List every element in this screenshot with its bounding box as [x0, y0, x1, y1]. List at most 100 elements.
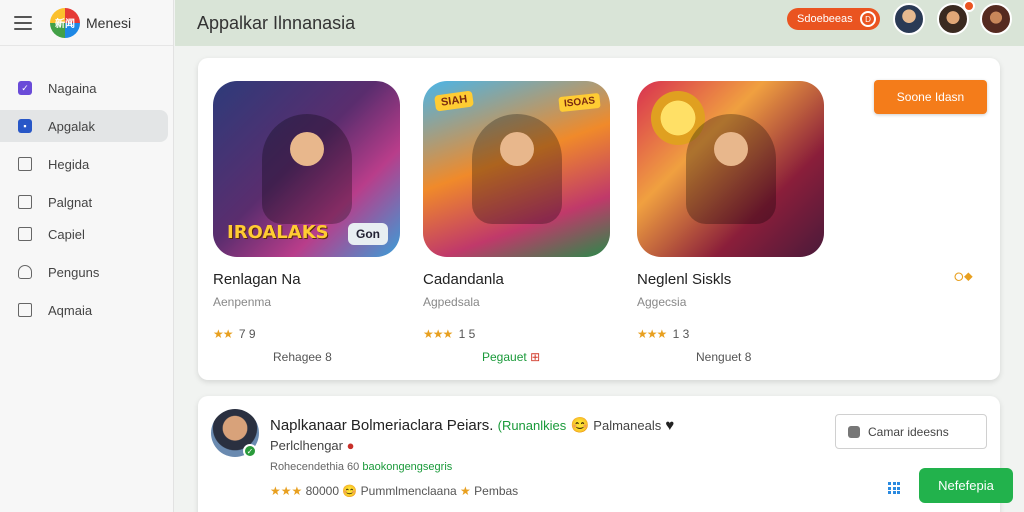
primary-action-button[interactable]: Soone Idasn: [874, 80, 987, 114]
sidebar-item-hegida[interactable]: Hegida: [0, 148, 168, 180]
game-title: Cadandanla: [423, 271, 504, 288]
sidebar: 新闻 Menesi ✓ Nagaina ▪ Apgalak Hegida Pal…: [0, 0, 174, 512]
square-icon: [18, 227, 32, 241]
post-stat-label: Pummlmenclaana: [360, 484, 457, 498]
game-subtitle: Aenpenma: [213, 295, 272, 309]
rating-value: 1 5: [458, 327, 476, 341]
game-title: Neglenl Siskls: [637, 271, 732, 288]
action-icon: 8: [325, 350, 332, 364]
post-author: Naplkanaar Bolmeriaclara Peiars.: [270, 417, 494, 434]
game-subtitle: Agpedsala: [423, 295, 480, 309]
grid-icon[interactable]: [888, 482, 900, 494]
star-icon: ★★★: [423, 327, 453, 341]
sidebar-item-label: Palgnat: [48, 194, 93, 210]
game-card[interactable]: SIAH ISOAS Cadandanla Agpedsala ★★★ 1 5: [423, 81, 613, 341]
sidebar-item-palgnat[interactable]: Palgnat: [0, 186, 168, 218]
game-rating: ★★★ 1 3: [637, 327, 827, 341]
post-stats: ★★★ 80000 😊 Pummlmenclaana ★ Pembas: [270, 484, 518, 498]
notification-dot-icon: [963, 0, 975, 12]
blue-square-icon: ▪: [18, 119, 32, 133]
tag-icon: [848, 425, 860, 438]
game-tag: ISOAS: [558, 92, 601, 113]
star-icon: ★: [460, 484, 471, 498]
post-subtitle-text: Perlclhengar: [270, 438, 343, 453]
sidebar-item-label: Penguns: [48, 264, 100, 280]
game-action-label: Nenguet: [696, 350, 742, 364]
subscribe-pill-button[interactable]: Sdoebeeas D: [787, 8, 880, 30]
post-meta: Rohecendethia 60 baokongengsegris: [270, 461, 452, 473]
action-icon: 8: [744, 350, 752, 364]
sidebar-item-label: Aqmaia: [48, 302, 93, 318]
game-title: Renlagan Na: [213, 271, 301, 288]
game-character-image: [261, 114, 352, 224]
sidebar-item-apgalak[interactable]: ▪ Apgalak: [0, 110, 168, 142]
post-subtitle: Perlclhengar ●: [270, 438, 354, 453]
post-tag[interactable]: (Runanlkies: [498, 418, 567, 433]
sidebar-item-nagaina[interactable]: ✓ Nagaina: [0, 72, 168, 104]
confirm-button[interactable]: Nefefepia: [919, 468, 1013, 503]
game-thumbnail[interactable]: SIAH ISOAS: [423, 81, 610, 257]
sidebar-item-capiel[interactable]: Capiel: [0, 218, 168, 250]
action-icon: ⊞: [530, 350, 541, 364]
user-icon: [18, 265, 32, 279]
sidebar-item-label: Hegida: [48, 156, 90, 172]
post-stat-value: 80000: [305, 484, 339, 498]
game-rating: ★★ 7 9: [213, 327, 403, 341]
sidebar-item-label: Capiel: [48, 226, 85, 242]
game-thumbnail[interactable]: [637, 81, 824, 257]
game-action-link[interactable]: Nenguet 8: [696, 350, 751, 364]
game-rating: ★★★ 1 5: [423, 327, 613, 341]
pill-icon: D: [860, 11, 876, 27]
game-thumbnail[interactable]: IROALAKS Gon: [213, 81, 400, 257]
star-icon: ★★★: [637, 327, 667, 341]
sidebar-nav: ✓ Nagaina ▪ Apgalak Hegida Palgnat Capie…: [0, 46, 173, 326]
sidebar-item-label: Apgalak: [48, 118, 95, 134]
sidebar-header: 新闻 Menesi: [0, 0, 173, 46]
document-icon: [18, 195, 32, 209]
document-icon: [18, 157, 32, 171]
rating-value: 1 3: [672, 327, 690, 341]
rating-value: 7 9: [238, 327, 256, 341]
decor-icons: ⭘◆: [954, 270, 974, 284]
secondary-button-label: Camar ideesns: [868, 424, 949, 439]
heart-icon: ♥: [665, 417, 675, 434]
secondary-button[interactable]: Camar ideesns: [835, 414, 987, 449]
app-name: Menesi: [86, 14, 132, 31]
game-badge-text: IROALAKS: [227, 222, 329, 243]
post-extra: Palmaneals: [593, 418, 662, 433]
star-icon: ★★★: [270, 484, 303, 498]
star-icon: ★★: [213, 327, 233, 341]
purple-square-icon: ✓: [18, 81, 32, 95]
verified-check-icon: ✓: [243, 444, 257, 458]
sidebar-item-penguns[interactable]: Penguns: [0, 256, 168, 288]
pill-label: Sdoebeeas: [797, 13, 853, 25]
post-meta-text: Rohecendethia 60: [270, 461, 360, 473]
game-action-label: Rehagee: [273, 350, 322, 364]
smile-icon: 😊: [342, 484, 358, 498]
post-meta-link[interactable]: baokongengsegris: [362, 461, 452, 473]
avatar[interactable]: [893, 3, 925, 35]
game-card[interactable]: Neglenl Siskls Aggecsia ★★★ 1 3: [637, 81, 827, 341]
hamburger-menu-icon[interactable]: [14, 15, 32, 30]
featured-games-card: IROALAKS Gon Renlagan Na Aenpenma ★★ 7 9…: [198, 58, 1000, 380]
sidebar-item-aqmaia[interactable]: Aqmaia: [0, 294, 168, 326]
game-card[interactable]: IROALAKS Gon Renlagan Na Aenpenma ★★ 7 9: [213, 81, 403, 341]
game-action-link[interactable]: Rehagee 8: [273, 350, 332, 364]
sidebar-item-label: Nagaina: [48, 80, 97, 96]
square-icon: [18, 303, 32, 317]
thumbs-icon: ●: [346, 438, 355, 453]
page-title: Appalkar Ilnnanasia: [197, 12, 356, 33]
game-character-image: [471, 114, 562, 224]
game-subtitle: Aggecsia: [637, 295, 687, 309]
post-card: ✓ Naplkanaar Bolmeriaclara Peiars. (Runa…: [198, 396, 1013, 512]
game-character-image: [685, 114, 776, 224]
game-action-link[interactable]: Pegauet ⊞: [482, 350, 540, 364]
post-stat-end: Pembas: [474, 484, 519, 498]
smile-icon: 😊: [570, 417, 590, 434]
game-tag: SIAH: [434, 90, 475, 112]
avatar[interactable]: [980, 3, 1012, 35]
post-header: Naplkanaar Bolmeriaclara Peiars. (Runanl…: [270, 416, 674, 434]
app-logo: 新闻: [50, 7, 80, 38]
game-badge-button[interactable]: Gon: [348, 223, 388, 245]
game-action-label: Pegauet: [482, 350, 527, 364]
